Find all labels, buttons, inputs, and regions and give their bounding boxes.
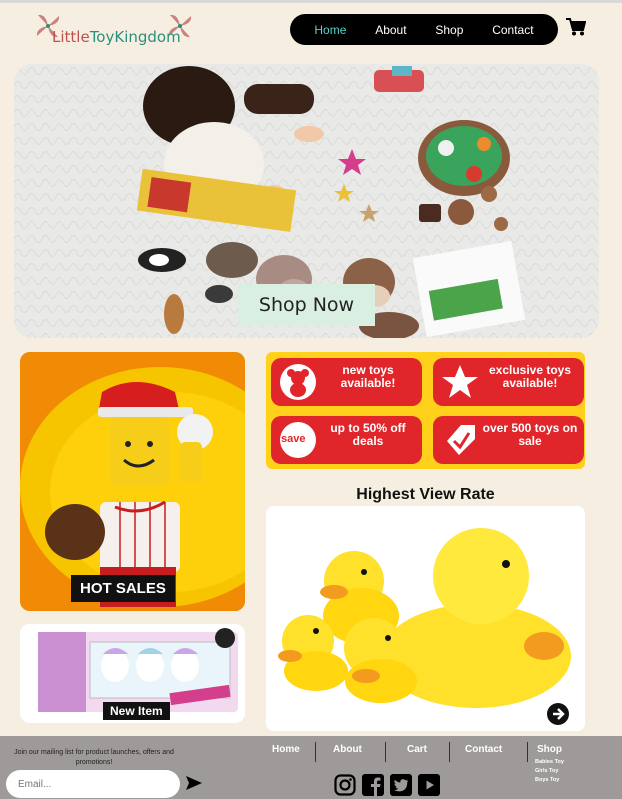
logo-part: Kingdom — [114, 28, 181, 46]
shop-submenu: Babies Toy Girls Toy Boys Toy — [535, 758, 564, 785]
next-arrow-button[interactable] — [547, 703, 569, 725]
shopping-cart-icon[interactable] — [566, 18, 586, 36]
top-border — [0, 0, 622, 3]
shop-sub-boys[interactable]: Boys Toy — [535, 776, 564, 785]
promo-text: over 500 toys on sale — [482, 421, 578, 448]
highest-view-card[interactable] — [266, 506, 585, 731]
mailing-list-text: Join our mailing list for product launch… — [14, 749, 174, 766]
footer-divider — [527, 742, 528, 762]
arrow-right-icon — [553, 708, 565, 720]
footer-nav-contact[interactable]: Contact — [465, 744, 502, 755]
hot-sales-card[interactable]: HOT SALES — [20, 352, 245, 611]
instagram-icon[interactable] — [334, 774, 356, 796]
promo-panel: new toys available! exclusive toys avail… — [266, 352, 585, 469]
shop-sub-babies[interactable]: Babies Toy — [535, 758, 564, 767]
email-input[interactable] — [6, 770, 180, 798]
footer-divider — [385, 742, 386, 762]
footer-divider — [449, 742, 450, 762]
teddy-bear-icon — [280, 364, 316, 400]
footer-divider — [315, 742, 316, 762]
nav-about[interactable]: About — [375, 23, 406, 37]
main-nav: Home About Shop Contact — [290, 14, 558, 45]
twitter-icon[interactable] — [390, 774, 412, 796]
facebook-icon[interactable] — [362, 774, 384, 796]
hero-banner: Shop Now — [14, 64, 599, 338]
promo-new-toys[interactable]: new toys available! — [271, 358, 422, 406]
new-item-label: New Item — [103, 702, 170, 720]
promo-exclusive-toys[interactable]: exclusive toys available! — [433, 358, 584, 406]
youtube-icon[interactable] — [418, 774, 440, 796]
send-arrow-icon[interactable] — [186, 776, 202, 790]
hot-sales-image — [20, 352, 245, 611]
footer-nav-cart[interactable]: Cart — [407, 744, 427, 755]
promo-deals[interactable]: save up to 50% off deals — [271, 416, 422, 464]
new-item-card[interactable]: New Item — [20, 624, 245, 723]
save-badge-text: save — [281, 433, 306, 445]
footer-nav-about[interactable]: About — [333, 744, 362, 755]
rubber-ducks-image — [266, 506, 585, 731]
nav-contact[interactable]: Contact — [492, 23, 533, 37]
logo-part: Toy — [89, 28, 115, 46]
footer-nav-home[interactable]: Home — [272, 744, 300, 755]
nav-home[interactable]: Home — [314, 23, 346, 37]
promo-text: new toys available! — [340, 363, 396, 390]
hot-sales-label: HOT SALES — [71, 575, 175, 602]
logo-part: Little — [52, 28, 90, 46]
nav-shop[interactable]: Shop — [435, 23, 463, 37]
footer-nav-shop[interactable]: Shop — [537, 744, 562, 755]
promo-on-sale[interactable]: over 500 toys on sale — [433, 416, 584, 464]
star-icon — [442, 365, 478, 398]
footer: Join our mailing list for product launch… — [0, 736, 622, 799]
logo[interactable]: LittleToyKingdom — [34, 12, 194, 48]
highest-view-title: Highest View Rate — [356, 486, 495, 503]
logo-text: LittleToyKingdom — [52, 28, 181, 46]
shop-now-button[interactable]: Shop Now — [238, 284, 375, 326]
promo-text: up to 50% off deals — [330, 421, 406, 448]
shop-sub-girls[interactable]: Girls Toy — [535, 767, 564, 776]
promo-text: exclusive toys available! — [488, 363, 572, 390]
tag-check-icon — [447, 425, 475, 455]
